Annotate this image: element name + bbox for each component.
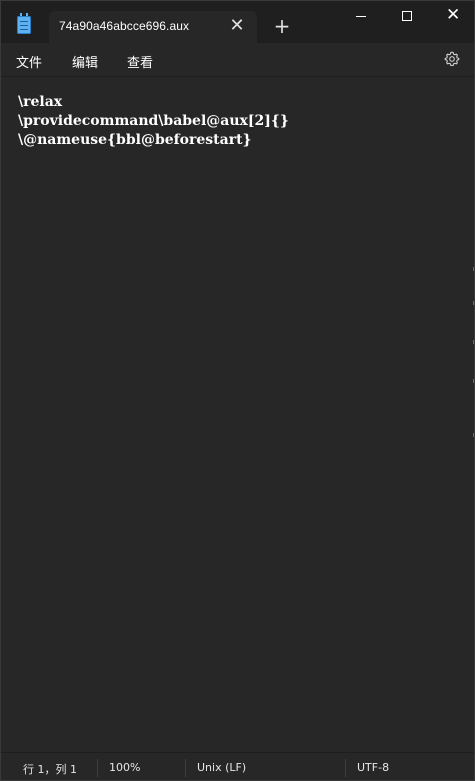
menu-edit[interactable]: 编辑: [72, 52, 98, 71]
menu-view[interactable]: 查看: [127, 52, 153, 71]
line-ending[interactable]: Unix (LF): [197, 761, 246, 774]
zoom-level[interactable]: 100%: [109, 761, 140, 774]
title-bar: 74a90a46abcce696.aux ✕ + ✕: [1, 1, 474, 43]
divider: [345, 759, 346, 777]
tab-title: 74a90a46abcce696.aux: [59, 19, 190, 33]
maximize-icon: [402, 11, 412, 21]
close-window-button[interactable]: ✕: [430, 1, 474, 33]
close-icon: ✕: [446, 5, 461, 25]
tab-document[interactable]: 74a90a46abcce696.aux ✕: [49, 11, 257, 43]
text-editor[interactable]: \relax \providecommand\babel@aux[2]{} \@…: [1, 76, 474, 752]
notepad-window: 74a90a46abcce696.aux ✕ + ✕ 文件 编辑 查看 \rel…: [0, 0, 475, 781]
editor-content[interactable]: \relax \providecommand\babel@aux[2]{} \@…: [18, 93, 289, 150]
new-tab-button[interactable]: +: [271, 15, 293, 37]
cursor-position[interactable]: 行 1，列 1: [23, 761, 77, 777]
divider: [97, 759, 98, 777]
status-bar: 行 1，列 1 100% Unix (LF) UTF-8: [1, 752, 474, 780]
menu-file[interactable]: 文件: [16, 52, 42, 71]
notepad-icon: [17, 13, 31, 34]
divider: [185, 759, 186, 777]
close-tab-icon[interactable]: ✕: [227, 16, 247, 36]
encoding[interactable]: UTF-8: [357, 761, 389, 774]
minimize-button[interactable]: [338, 1, 384, 33]
gear-icon[interactable]: [444, 51, 460, 67]
menu-bar: 文件 编辑 查看: [1, 43, 474, 76]
minimize-icon: [356, 16, 366, 17]
maximize-button[interactable]: [384, 1, 430, 33]
